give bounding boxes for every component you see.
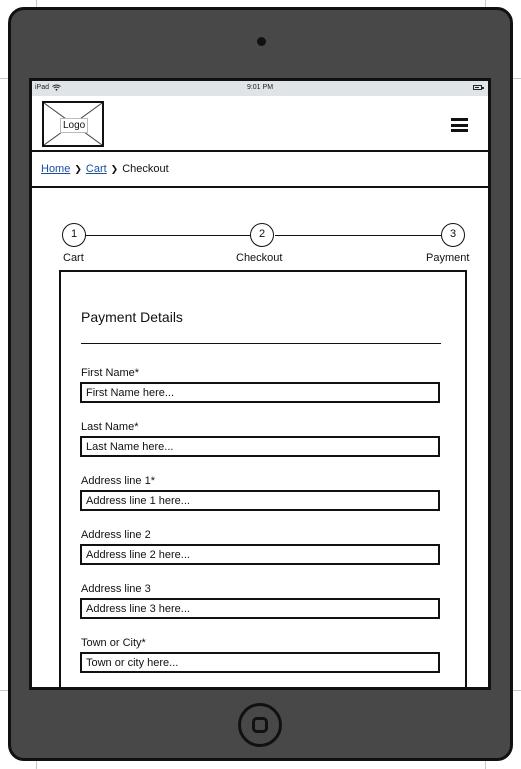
address-line-1-label: Address line 1* xyxy=(81,475,155,487)
address-line-3-input[interactable] xyxy=(80,598,440,619)
address-line-1-input[interactable] xyxy=(80,490,440,511)
step-2-circle[interactable]: 2 xyxy=(250,223,274,247)
step-1-label: Cart xyxy=(63,252,84,264)
breadcrumb-current: Checkout xyxy=(122,163,169,175)
battery-icon xyxy=(473,85,484,90)
divider xyxy=(32,186,488,188)
status-bar: iPad 9:01 PM xyxy=(32,81,488,96)
breadcrumb-home-link[interactable]: Home xyxy=(41,163,70,175)
town-city-label: Town or City* xyxy=(81,637,146,649)
camera-icon xyxy=(257,37,266,46)
payment-details-form: Payment Details First Name* Last Name* A… xyxy=(59,270,467,687)
address-line-2-input[interactable] xyxy=(80,544,440,565)
address-line-3-label: Address line 3 xyxy=(81,583,151,595)
status-time: 9:01 PM xyxy=(246,84,274,91)
step-3-label: Payment xyxy=(426,252,470,264)
step-connector xyxy=(275,235,441,236)
last-name-input[interactable] xyxy=(80,436,440,457)
logo-label: Logo xyxy=(60,118,89,133)
town-city-input[interactable] xyxy=(80,652,440,673)
step-2-label: Checkout xyxy=(236,252,283,264)
site-header: Logo xyxy=(32,96,488,152)
form-title: Payment Details xyxy=(81,309,183,325)
first-name-input[interactable] xyxy=(80,382,440,403)
logo-placeholder[interactable]: Logo xyxy=(42,101,104,147)
last-name-label: Last Name* xyxy=(81,421,139,433)
step-1-circle[interactable]: 1 xyxy=(62,223,86,247)
step-3-circle[interactable]: 3 xyxy=(441,223,465,247)
breadcrumb: Home ❯ Cart ❯ Checkout xyxy=(41,163,169,175)
chevron-right-icon: ❯ xyxy=(74,163,82,174)
home-button-icon[interactable] xyxy=(238,703,282,747)
chevron-right-icon: ❯ xyxy=(110,163,119,174)
address-line-2-label: Address line 2 xyxy=(81,529,151,541)
breadcrumb-cart-link[interactable]: Cart xyxy=(86,163,107,175)
first-name-label: First Name* xyxy=(81,367,140,379)
step-connector xyxy=(85,235,251,236)
divider xyxy=(81,343,441,344)
hamburger-menu-icon[interactable] xyxy=(451,118,468,132)
checkout-stepper: 1 2 3 Cart Checkout Payment xyxy=(32,221,488,266)
tablet-screen: iPad 9:01 PM Logo Home ❯ Cart ❯ Checkout… xyxy=(29,78,491,690)
